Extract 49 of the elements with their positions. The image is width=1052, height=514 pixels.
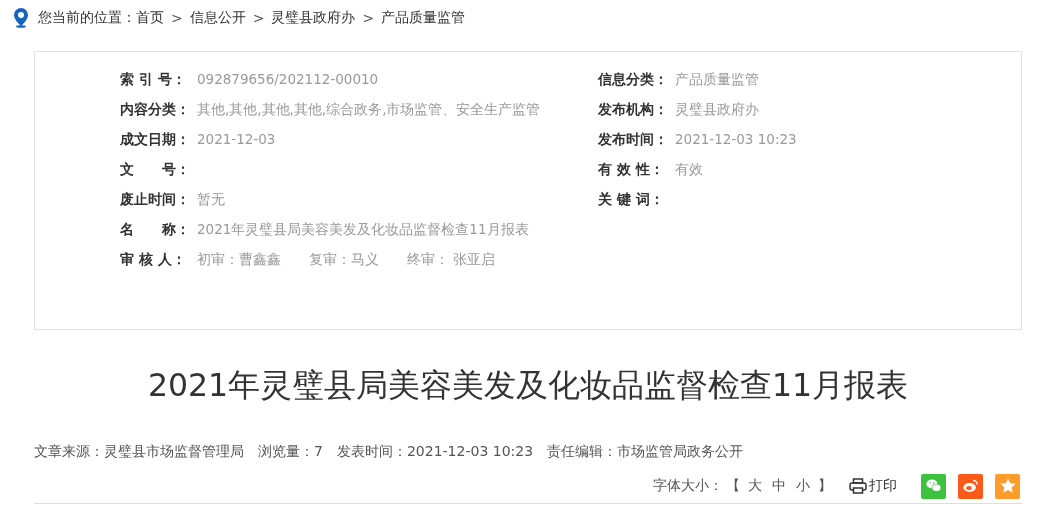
breadcrumb-separator: > [252,10,265,26]
field-value: 暂无 [197,190,226,209]
field-value: 2021-12-03 10:23 [675,130,798,149]
field-value: 产品质量监管 [675,70,760,89]
breadcrumb-link[interactable]: 灵璧县政府办 [271,9,356,27]
article-meta: 责任编辑：市场监管局政务公开 [547,443,744,461]
field-label: 发布时间： [598,130,669,149]
field-label: 信息分类： [598,70,669,89]
font-size-label: 字体大小： [653,477,723,495]
field-label: 有 效 性： [598,160,665,179]
field-value: 其他,其他,其他,其他,综合政务,市场监管、安全生产监管 [197,100,542,119]
field-value: 2021年灵璧县局美容美发及化妆品监督检查11月报表 [197,220,530,239]
star-icon [998,477,1017,495]
article-meta: 浏览量：7 [258,443,323,461]
field-label: 索 引 号： [120,70,187,89]
bracket: 】 [818,477,832,495]
field-label: 发布机构： [598,100,669,119]
chat-bubbles-icon [924,477,943,495]
location-pin-icon [13,8,29,28]
article-meta: 文章来源：灵璧县市场监督管理局 [34,443,244,461]
bracket: 【 [726,477,740,495]
font-size-link[interactable]: 小 [796,477,810,495]
field-value: 2021-12-03 [197,130,277,149]
field-label: 审 核 人： [120,250,187,269]
printer-icon [849,478,867,494]
field-value: 初审：曹鑫鑫 复审：马义 终审： 张亚启 [197,250,497,269]
font-size-link[interactable]: 中 [772,477,786,495]
field-value: 灵璧县政府办 [675,100,760,119]
breadcrumb-separator: > [362,10,375,26]
field-label: 名 称： [120,220,191,239]
font-size-link[interactable]: 大 [748,477,762,495]
field-label: 关 键 词： [598,190,665,209]
breadcrumb-separator: > [171,10,183,26]
field-value: 092879656/202112-00010 [197,70,380,89]
breadcrumb-link[interactable]: 信息公开 [189,9,246,27]
print-link[interactable]: 打印 [849,477,897,495]
article-meta: 发表时间：2021-12-03 10:23 [336,443,534,461]
field-label: 文 号： [120,160,191,179]
field-label: 内容分类： [120,100,191,119]
field-label: 成文日期： [120,130,191,149]
share-button[interactable] [958,473,983,499]
breadcrumb-link[interactable]: 产品质量监管 [381,9,466,27]
article-title: 2021年灵璧县局美容美发及化妆品监督检查11月报表 [146,365,910,405]
breadcrumb-link[interactable]: 首页 [136,9,164,27]
share-button[interactable] [995,473,1020,499]
breadcrumb-label: 您当前的位置： [38,9,136,27]
field-label: 废止时间： [120,190,191,209]
field-value: 有效 [675,160,704,179]
share-button[interactable] [921,473,946,499]
